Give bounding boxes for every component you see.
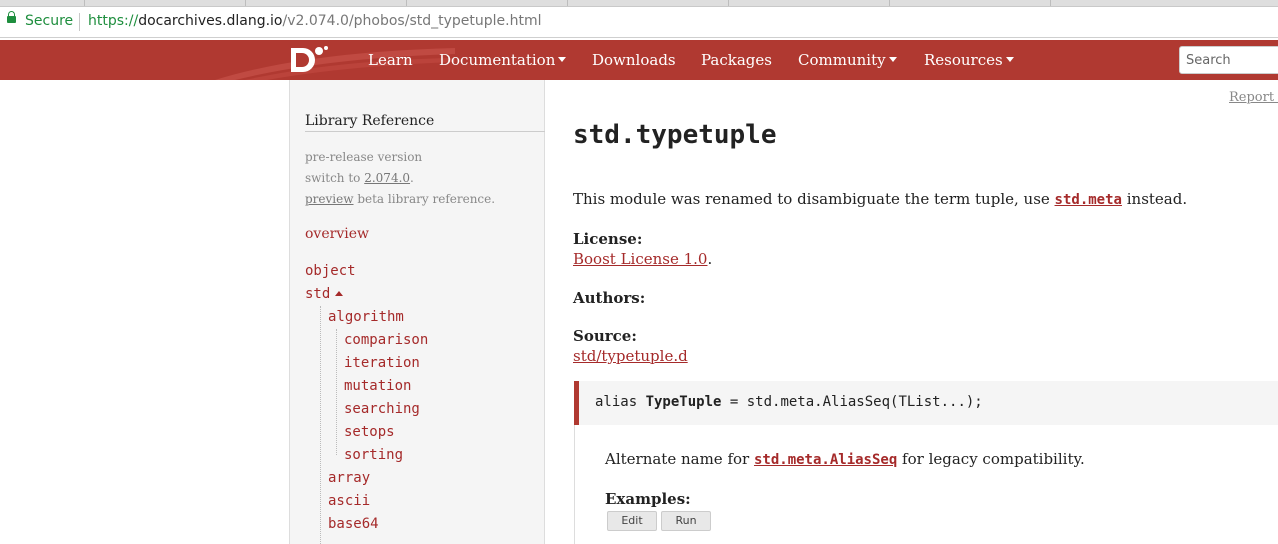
intro-tail: instead. — [1121, 190, 1188, 208]
preview-note: preview beta library reference. — [305, 192, 495, 206]
decl-name: TypeTuple — [645, 394, 722, 410]
browser-tab[interactable] — [1050, 0, 1051, 6]
sidebar-item-sorting[interactable]: sorting — [344, 447, 403, 463]
desc-text: Alternate name for — [605, 450, 754, 468]
browser-tab[interactable] — [728, 0, 729, 6]
intro-text: This module was renamed to disambiguate … — [573, 190, 1055, 208]
address-separator — [79, 13, 80, 31]
browser-tab[interactable] — [567, 0, 568, 6]
switch-prefix: switch to — [305, 171, 365, 185]
sidebar-item-overview[interactable]: overview — [305, 226, 369, 242]
sidebar-item-std-label: std — [305, 286, 331, 302]
aliasseq-link-label: std.meta.AliasSeq — [753, 452, 898, 468]
sidebar-item-algorithm[interactable]: algorithm — [328, 309, 404, 325]
source-value: std/typetuple.d — [573, 347, 688, 365]
boost-license-link[interactable]: Boost License 1.0 — [573, 250, 707, 268]
header-swoosh-decoration — [215, 48, 455, 80]
run-button[interactable]: Run — [661, 511, 711, 531]
nav-downloads[interactable]: Downloads — [592, 51, 676, 69]
nav-learn-label: Learn — [368, 51, 413, 69]
module-intro: This module was renamed to disambiguate … — [573, 190, 1187, 208]
aliasseq-link[interactable]: std.meta.AliasSeq — [754, 450, 897, 468]
decl-rest: = std.meta.AliasSeq(TList...); — [721, 394, 983, 410]
license-value: Boost License 1.0. — [573, 250, 712, 268]
decl-keyword: alias — [595, 394, 646, 410]
nav-learn[interactable]: Learn — [368, 51, 413, 69]
desc-tail: for legacy compatibility. — [897, 450, 1085, 468]
browser-tab-strip — [0, 0, 1278, 7]
url-text[interactable]: https://docarchives.dlang.io/v2.074.0/ph… — [88, 13, 541, 29]
library-sidebar: Library Reference pre-release version sw… — [289, 80, 545, 544]
nav-documentation[interactable]: Documentation — [439, 51, 567, 69]
main-content: Report a bug std.typetuple This module w… — [546, 80, 1278, 544]
sidebar-item-mutation[interactable]: mutation — [344, 378, 411, 394]
caret-down-icon — [888, 57, 897, 62]
edit-button[interactable]: Edit — [607, 511, 657, 531]
sidebar-item-array[interactable]: array — [328, 470, 370, 486]
caret-up-icon — [335, 291, 344, 296]
dlang-logo-icon[interactable] — [289, 46, 329, 74]
nav-resources[interactable]: Resources — [924, 51, 1014, 69]
nav-community-label: Community — [798, 51, 886, 69]
search-input[interactable] — [1179, 46, 1278, 74]
examples-heading: Examples: — [605, 490, 691, 508]
caret-down-icon — [1005, 57, 1014, 62]
alias-declaration: alias TypeTuple = std.meta.AliasSeq(TLis… — [595, 394, 983, 410]
preview-suffix: beta library reference. — [353, 192, 496, 206]
std-meta-link[interactable]: std.meta — [1055, 190, 1122, 208]
sidebar-item-base64[interactable]: base64 — [328, 516, 379, 532]
url-path: /v2.074.0/phobos/std_typetuple.html — [282, 13, 542, 29]
page-title: std.typetuple — [573, 120, 777, 150]
license-suffix: . — [707, 250, 713, 268]
sidebar-item-ascii[interactable]: ascii — [328, 493, 370, 509]
authors-heading: Authors: — [573, 289, 646, 307]
sidebar-item-setops[interactable]: setops — [344, 424, 395, 440]
sidebar-item-object[interactable]: object — [305, 263, 356, 279]
alias-description: Alternate name for std.meta.AliasSeq for… — [605, 450, 1085, 468]
switch-suffix: . — [410, 171, 414, 185]
prerelease-note: pre-release version — [305, 150, 423, 164]
source-heading: Source: — [573, 327, 637, 345]
url-protocol: https:// — [88, 13, 139, 29]
sidebar-item-std[interactable]: std — [305, 286, 344, 302]
nav-packages-label: Packages — [701, 51, 772, 69]
address-bar[interactable]: Secure https://docarchives.dlang.io/v2.0… — [0, 7, 1278, 38]
sidebar-item-comparison[interactable]: comparison — [344, 332, 428, 348]
nav-resources-label: Resources — [924, 51, 1003, 69]
url-host: docarchives.dlang.io — [138, 13, 283, 29]
secure-label: Secure — [25, 13, 74, 29]
switch-version-note: switch to 2.074.0. — [305, 171, 414, 185]
sidebar-item-iteration[interactable]: iteration — [344, 355, 420, 371]
nav-packages[interactable]: Packages — [701, 51, 772, 69]
tree-guide-line — [320, 306, 321, 544]
version-link[interactable]: 2.074.0 — [364, 171, 410, 185]
browser-tab[interactable] — [245, 0, 246, 6]
nav-documentation-label: Documentation — [439, 51, 556, 69]
std-meta-link-label: std.meta — [1054, 192, 1122, 208]
sidebar-title: Library Reference — [305, 113, 435, 129]
nav-downloads-label: Downloads — [592, 51, 676, 69]
sidebar-divider — [305, 131, 545, 132]
browser-tab[interactable] — [84, 0, 85, 6]
declaration-body: Alternate name for std.meta.AliasSeq for… — [574, 425, 1278, 544]
caret-down-icon — [558, 57, 567, 62]
browser-tab[interactable] — [889, 0, 890, 6]
browser-tab[interactable] — [406, 0, 407, 6]
report-bug-link[interactable]: Report a bug — [1229, 90, 1278, 105]
tree-guide-line — [336, 329, 337, 455]
lock-icon — [7, 11, 16, 23]
preview-link[interactable]: preview — [305, 192, 354, 206]
declaration-box: alias TypeTuple = std.meta.AliasSeq(TLis… — [574, 381, 1278, 425]
source-file-link[interactable]: std/typetuple.d — [573, 347, 688, 365]
site-navbar: Learn Documentation Downloads Packages C… — [0, 40, 1278, 80]
nav-community[interactable]: Community — [798, 51, 897, 69]
sidebar-item-searching[interactable]: searching — [344, 401, 420, 417]
license-heading: License: — [573, 230, 643, 248]
